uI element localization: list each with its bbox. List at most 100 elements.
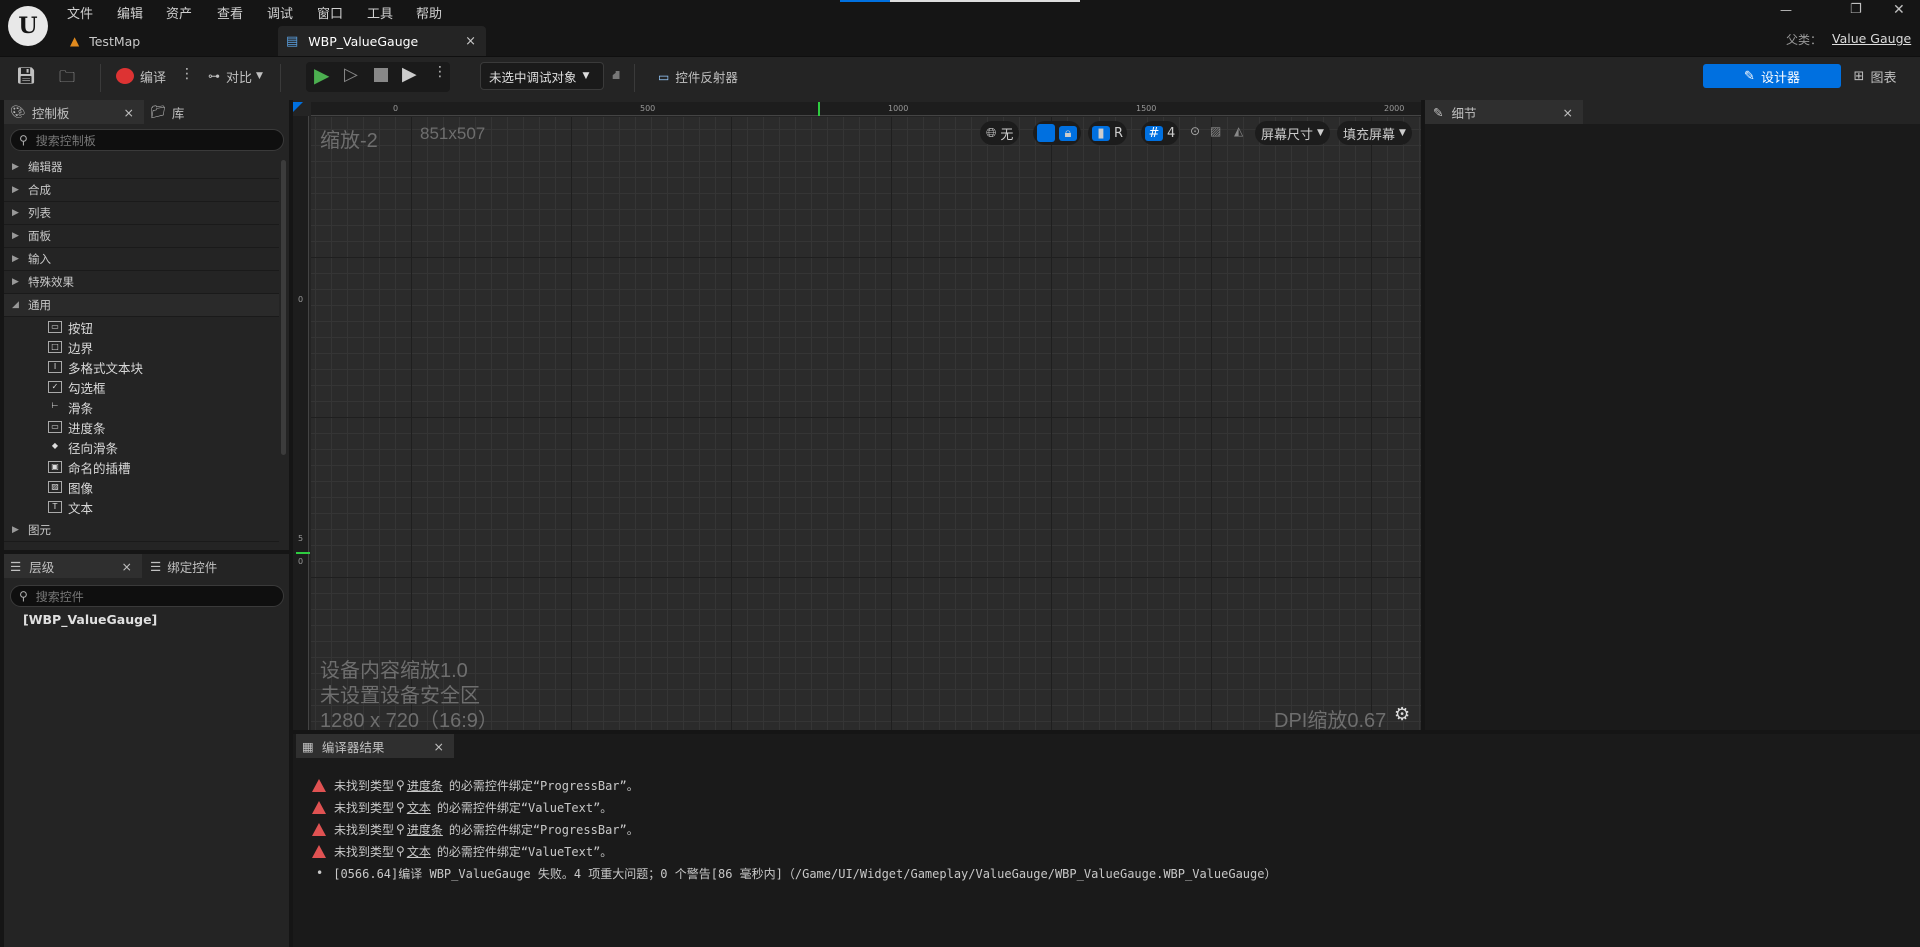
category-list[interactable]: ▶ 列表 xyxy=(4,202,279,225)
unreal-logo-icon[interactable]: U xyxy=(8,6,48,46)
localization-toggle[interactable]: 🌐︎ 无 xyxy=(980,121,1020,145)
close-icon[interactable]: × xyxy=(434,739,444,754)
tab-compiler-results[interactable]: ▦ 编译器结果 × xyxy=(296,734,454,758)
close-window-icon[interactable]: ✕ xyxy=(1893,2,1905,18)
close-icon[interactable]: × xyxy=(122,559,132,574)
pencil-icon: ✎ xyxy=(1433,104,1444,120)
search-icon: ⚲ xyxy=(396,800,405,814)
error-icon xyxy=(312,822,326,836)
stop-icon[interactable] xyxy=(374,68,388,82)
tab-close-icon[interactable]: × xyxy=(465,34,476,49)
compile-button[interactable]: 编译 xyxy=(116,66,166,86)
palette-item-named-slot[interactable]: ▣ 命名的插槽 xyxy=(4,457,279,477)
background-icon[interactable]: ▨ xyxy=(1210,124,1221,138)
fill-screen-label: 填充屏幕 xyxy=(1343,127,1396,143)
select-icon[interactable]: ⊙ xyxy=(1190,124,1200,138)
menu-window[interactable]: 窗口 xyxy=(317,3,343,22)
widget-reflector-button[interactable]: ▭ 控件反射器 xyxy=(658,67,738,86)
respect-icon[interactable]: ▮ xyxy=(1092,125,1110,141)
menu-debug[interactable]: 调试 xyxy=(267,3,293,22)
save-icon[interactable]: 💾︎ xyxy=(16,66,36,85)
menu-help[interactable]: 帮助 xyxy=(416,3,442,22)
compile-options-icon[interactable]: ⋮ xyxy=(180,66,194,82)
r-toggle[interactable]: R xyxy=(1114,126,1123,141)
browse-icon[interactable]: 🗀︎ xyxy=(59,66,75,93)
grid-size[interactable]: 4 xyxy=(1167,126,1175,141)
tab-bind-widgets[interactable]: ☰ 绑定控件 xyxy=(150,554,270,578)
category-panel[interactable]: ▶ 面板 xyxy=(4,225,279,248)
type-link[interactable]: 文本 xyxy=(407,799,431,816)
palette-item-checkbox[interactable]: ✓ 勾选框 xyxy=(4,377,279,397)
debug-target-select[interactable]: 未选中调试对象 ▼ xyxy=(480,62,604,90)
type-link[interactable]: 进度条 xyxy=(407,777,443,794)
grid-snap: # 4 xyxy=(1141,121,1180,145)
grid-icon[interactable]: # xyxy=(1145,125,1163,141)
button-icon: ▭ xyxy=(48,321,62,333)
menu-tools[interactable]: 工具 xyxy=(367,3,393,22)
palette-item-progressbar[interactable]: ▭ 进度条 xyxy=(4,417,279,437)
category-input[interactable]: ▶ 输入 xyxy=(4,248,279,271)
menu-asset[interactable]: 资产 xyxy=(166,3,192,22)
ruler-tick: 1000 xyxy=(888,104,909,113)
menu-view[interactable]: 查看 xyxy=(217,3,243,22)
category-editor[interactable]: ▶ 编辑器 xyxy=(4,156,279,179)
diff-button[interactable]: ⊶ 对比 ▼ xyxy=(208,66,263,86)
transform-mode-icon[interactable] xyxy=(1037,124,1055,142)
gear-icon[interactable]: ⚙ xyxy=(1394,704,1410,725)
flip-icon[interactable]: ◭ xyxy=(1234,124,1243,138)
hierarchy-root-item[interactable]: [WBP_ValueGauge] xyxy=(23,612,157,627)
palette-list: ▶ 编辑器 ▶ 合成 ▶ 列表 ▶ 面板 ▶ 输入 ▶ 特殊效果 ◢ 通用 ▭ 按钮 □ 边界 Ⅰ… xyxy=(4,156,279,542)
category-primitive[interactable]: ▶ 图元 xyxy=(4,519,279,542)
parent-class-link[interactable]: Value Gauge xyxy=(1832,31,1911,46)
graph-button[interactable]: ⊞ 图表 xyxy=(1840,64,1910,88)
palette-item-image[interactable]: ▨ 图像 xyxy=(4,477,279,497)
fill-screen-dropdown[interactable]: 填充屏幕 ▼ xyxy=(1337,121,1412,145)
tab-testmap[interactable]: ▲ TestMap xyxy=(70,26,275,56)
lock-icon[interactable]: 🔒︎ xyxy=(1059,125,1077,141)
category-composite[interactable]: ▶ 合成 xyxy=(4,179,279,202)
palette-item-richtext[interactable]: Ⅰ 多格式文本块 xyxy=(4,357,279,377)
library-title: 库 xyxy=(171,105,185,121)
tab-hierarchy[interactable]: ☰ 层级 × xyxy=(4,554,142,578)
ruler-tick: 1500 xyxy=(1136,104,1157,113)
palette-item-radial-slider[interactable]: ◆ 径向滑条 xyxy=(4,437,279,457)
menu-edit[interactable]: 编辑 xyxy=(117,3,143,22)
palette-scrollbar[interactable] xyxy=(281,160,286,455)
palette-search-input[interactable]: ⚲ 搜索控制板 xyxy=(10,129,284,151)
graph-icon: ⊞ xyxy=(1853,68,1865,84)
palette-item-text[interactable]: T 文本 xyxy=(4,497,279,517)
compiler-message: 未找到类型 ⚲ 文本 的必需控件绑定“ValueText”。 xyxy=(312,840,612,862)
restore-icon[interactable]: ❐ xyxy=(1850,2,1862,17)
image-icon: ▨ xyxy=(48,481,62,493)
type-link[interactable]: 进度条 xyxy=(407,821,443,838)
screen-size-dropdown[interactable]: 屏幕尺寸 ▼ xyxy=(1255,121,1330,145)
menu-file[interactable]: 文件 xyxy=(67,3,93,22)
palette-item-button[interactable]: ▭ 按钮 xyxy=(4,317,279,337)
hierarchy-search-input[interactable]: ⚲ 搜索控件 xyxy=(10,585,284,607)
palette-item-slider[interactable]: ⊢ 滑条 xyxy=(4,397,279,417)
category-common[interactable]: ◢ 通用 xyxy=(4,294,279,317)
tab-details[interactable]: ✎ 细节 × xyxy=(1425,100,1583,124)
screen-resolution: 1280 x 720（16:9） xyxy=(320,710,498,732)
category-effects[interactable]: ▶ 特殊效果 xyxy=(4,271,279,294)
step-icon[interactable]: ▷ xyxy=(344,64,358,85)
compile-label: 编译 xyxy=(140,70,167,86)
tab-palette[interactable]: 🎨︎ 控制板 × xyxy=(4,100,144,124)
tab-widget[interactable]: ▤ WBP_ValueGauge × xyxy=(278,26,486,56)
reflector-icon: ▭ xyxy=(658,69,670,84)
toolbar-divider xyxy=(280,64,281,92)
ruler-tick: 500 xyxy=(640,104,656,113)
close-icon[interactable]: × xyxy=(1563,105,1573,120)
palette-item-border[interactable]: □ 边界 xyxy=(4,337,279,357)
designer-canvas[interactable] xyxy=(311,117,1421,730)
debug-browse-icon[interactable]: ⛘ xyxy=(612,68,620,84)
close-icon[interactable]: × xyxy=(124,105,134,120)
play-options-icon[interactable]: ⋮ xyxy=(433,64,447,80)
hierarchy-title: 层级 xyxy=(29,559,55,575)
play-icon[interactable]: ▶ xyxy=(314,63,329,87)
eject-icon[interactable]: ▶ xyxy=(402,63,417,85)
minimize-icon[interactable]: — xyxy=(1780,3,1792,17)
designer-button[interactable]: ✎ 设计器 xyxy=(1703,64,1841,88)
tab-library[interactable]: 📁︎ 库 xyxy=(150,100,250,124)
type-link[interactable]: 文本 xyxy=(407,843,431,860)
